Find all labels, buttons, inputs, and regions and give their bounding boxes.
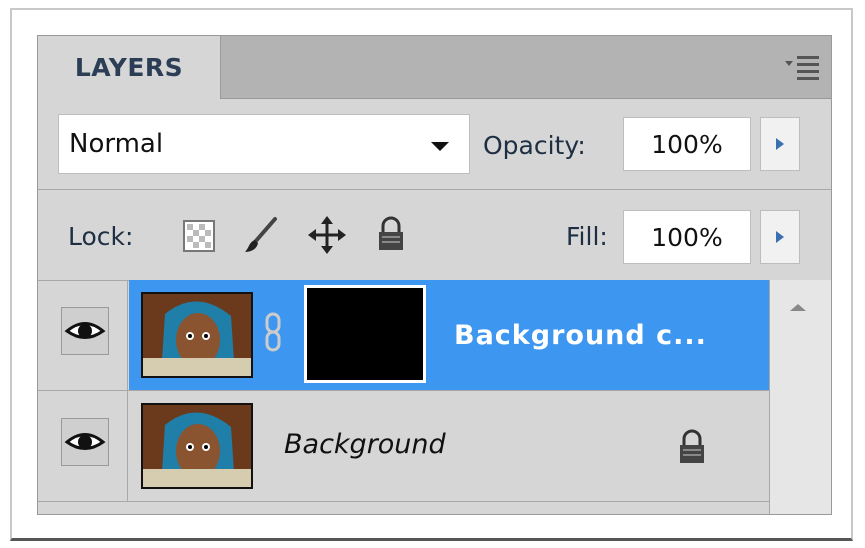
- lock-all-icon[interactable]: [376, 216, 406, 256]
- link-chain-icon[interactable]: [263, 312, 283, 352]
- layer-body[interactable]: Background: [129, 391, 769, 501]
- lock-label: Lock:: [68, 222, 134, 251]
- layers-panel: LAYERS Normal Opacity: 100% Lock: Fill: …: [37, 35, 832, 515]
- opacity-label: Opacity:: [483, 131, 586, 160]
- blend-mode-select[interactable]: Normal: [58, 114, 470, 174]
- lock-image-pixels-icon[interactable]: [243, 216, 279, 258]
- blend-mode-value: Normal: [69, 129, 164, 159]
- lock-fill-row: Lock: Fill: 100%: [38, 190, 831, 280]
- layers-list: Background c... Background: [38, 280, 831, 514]
- dropdown-arrow-icon: [431, 142, 449, 151]
- eye-icon[interactable]: [61, 418, 109, 466]
- layers-tab[interactable]: LAYERS: [38, 36, 221, 99]
- panel-menu-icon[interactable]: [783, 53, 823, 81]
- blend-opacity-row: Normal Opacity: 100%: [38, 99, 831, 189]
- opacity-field[interactable]: 100%: [623, 117, 751, 171]
- lock-transparent-pixels-icon[interactable]: [183, 220, 215, 256]
- layer-lock-icon: [677, 429, 707, 469]
- layer-row[interactable]: Background c...: [38, 280, 831, 391]
- fill-field[interactable]: 100%: [623, 210, 751, 264]
- fill-label: Fill:: [566, 222, 608, 251]
- layer-name[interactable]: Background c...: [454, 320, 707, 351]
- eye-icon[interactable]: [61, 307, 109, 355]
- layer-body-selected[interactable]: Background c...: [129, 280, 769, 390]
- lock-position-icon[interactable]: [308, 216, 346, 258]
- scroll-up-arrow-icon[interactable]: [790, 304, 806, 311]
- visibility-cell[interactable]: [38, 391, 128, 501]
- opacity-slider-button[interactable]: [760, 117, 800, 171]
- layer-mask-thumbnail[interactable]: [304, 285, 426, 383]
- layer-thumbnail: [141, 403, 253, 489]
- layer-thumbnail: [141, 292, 253, 378]
- panel-tabbar: LAYERS: [38, 36, 831, 99]
- layer-name[interactable]: Background: [284, 429, 446, 460]
- layers-scrollbar[interactable]: [769, 280, 831, 514]
- fill-slider-button[interactable]: [760, 210, 800, 264]
- layer-row[interactable]: Background: [38, 391, 831, 502]
- visibility-cell[interactable]: [38, 280, 128, 390]
